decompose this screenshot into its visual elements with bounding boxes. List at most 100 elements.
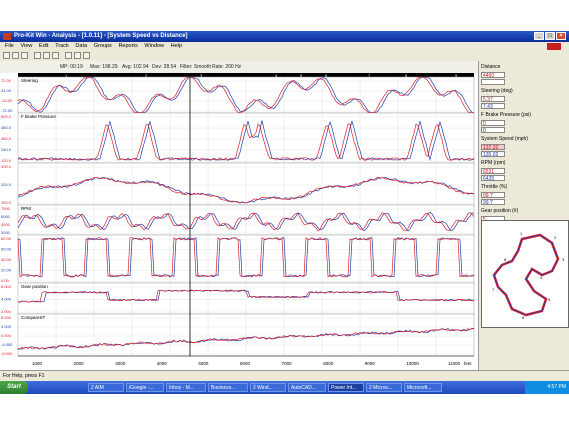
field-label: Steering (deg) bbox=[481, 88, 513, 94]
menu-reports[interactable]: Reports bbox=[118, 42, 137, 51]
y-tick-label: 8.000 bbox=[1, 315, 12, 320]
y-tick-label: 600.0 bbox=[1, 114, 12, 119]
y-tick-label: 6.000 bbox=[1, 284, 12, 289]
y-tick-label: 4.000 bbox=[1, 297, 12, 302]
save-icon[interactable] bbox=[21, 52, 28, 59]
track-map-graphic: 12345678 bbox=[492, 231, 565, 320]
minimize-button[interactable]: _ bbox=[534, 32, 544, 40]
field-label: F Brake Pressure (psi) bbox=[481, 112, 532, 118]
x-tick-label: 9000 bbox=[365, 361, 376, 366]
y-tick-label: 3000 bbox=[1, 230, 11, 235]
y-tick-label: 80.00 bbox=[1, 236, 12, 241]
top-margin bbox=[0, 0, 569, 31]
y-tick-label: 40.00 bbox=[1, 257, 12, 262]
start-button[interactable]: Start bbox=[0, 381, 28, 394]
track-corner-label: 8 bbox=[504, 257, 507, 262]
task-aim[interactable]: 2 AIM bbox=[88, 383, 124, 392]
field-value-blue: 99.7 bbox=[481, 199, 505, 206]
field-label: System Speed (mph) bbox=[481, 136, 528, 142]
system-tray: 4:57 PM bbox=[525, 381, 569, 394]
y-tick-label: 60.00 bbox=[1, 247, 12, 252]
task-igoogle[interactable]: iGoogle -... bbox=[126, 383, 164, 392]
x-tick-label: 7000 bbox=[282, 361, 293, 366]
track-corner-label: 5 bbox=[548, 297, 551, 302]
panel-title: RPM bbox=[21, 206, 31, 211]
y-tick-label: 7500 bbox=[1, 206, 11, 211]
track-corner-label: 3 bbox=[562, 257, 565, 262]
task-inbox[interactable]: Inbox - M... bbox=[166, 383, 206, 392]
stat-mp: MP: 00:19 bbox=[60, 64, 83, 70]
task-microsoft[interactable]: Microsoft... bbox=[404, 383, 442, 392]
y-tick-label: 2.000 bbox=[1, 309, 12, 314]
field-value-red: 5.37 bbox=[481, 96, 505, 103]
zoom-out-icon[interactable] bbox=[43, 52, 50, 59]
x-tick-label: 3000 bbox=[115, 361, 126, 366]
bottom-margin bbox=[0, 394, 569, 427]
track-corner-label: 7 bbox=[492, 287, 495, 292]
track-corner-label: 2 bbox=[554, 235, 557, 240]
y-tick-label: 6000 bbox=[1, 214, 11, 219]
menu-groups[interactable]: Groups bbox=[94, 42, 112, 51]
x-tick-label: 8000 bbox=[323, 361, 334, 366]
print-icon[interactable] bbox=[65, 52, 72, 59]
menu-edit[interactable]: Edit bbox=[39, 42, 48, 51]
panel-title: Steering bbox=[21, 78, 38, 83]
stat-rate: Rate: 200 Hz bbox=[212, 64, 242, 70]
menu-track[interactable]: Track bbox=[55, 42, 69, 51]
x-tick-label: 1000 bbox=[32, 361, 43, 366]
field-value-red: 0 bbox=[481, 120, 505, 127]
task-windows[interactable]: 2 Wind... bbox=[250, 383, 286, 392]
y-tick-label: 20.00 bbox=[1, 268, 12, 273]
settings-icon[interactable] bbox=[74, 52, 81, 59]
field-label: Gear position (#) bbox=[481, 208, 519, 214]
task-power-int[interactable]: Power Int... bbox=[328, 383, 364, 392]
cursor-icon[interactable] bbox=[52, 52, 59, 59]
track-corner-label: 6 bbox=[522, 315, 525, 320]
field-value-red: 137.32 bbox=[481, 144, 505, 151]
menu-file[interactable]: File bbox=[5, 42, 14, 51]
track-outline-blue bbox=[493, 234, 559, 316]
plot-area[interactable]: 1 2 3 4 5 6 7 8 9 72.00 24.00 -24.00 -72.00 Steering 6… bbox=[0, 73, 478, 370]
y-tick-label: -4.000 bbox=[1, 342, 13, 347]
track-corner-label: 1 bbox=[520, 231, 523, 236]
y-tick-label: 300.0 bbox=[1, 164, 12, 169]
task-autocad[interactable]: AutoCAD... bbox=[288, 383, 326, 392]
clock: 4:57 PM bbox=[547, 384, 566, 390]
task-business[interactable]: Business... bbox=[208, 383, 248, 392]
help-icon[interactable] bbox=[83, 52, 90, 59]
menu-window[interactable]: Window bbox=[144, 42, 164, 51]
panel-title: CompareST bbox=[21, 315, 46, 320]
x-tick-label: 4000 bbox=[157, 361, 168, 366]
new-icon[interactable] bbox=[3, 52, 10, 59]
panel-title: F Brake Pressure bbox=[21, 114, 57, 119]
y-tick-label: -72.00 bbox=[1, 108, 13, 113]
x-axis-unit: feet bbox=[464, 361, 472, 366]
task-microsoft-2[interactable]: 2 Micros... bbox=[366, 383, 402, 392]
menu-bar: File View Edit Track Data Groups Reports… bbox=[0, 42, 569, 51]
field-value-blue: 6435 bbox=[481, 175, 505, 182]
channel-values-panel: Distance 4460 Steering (deg) 5.37 7.43 F Brak… bbox=[478, 61, 569, 370]
stats-bar: MP: 00:19 Max: 198.29 Avg: 102.94 Dev: 2… bbox=[0, 61, 478, 73]
app-icon bbox=[3, 33, 11, 40]
x-tick-label: 10000 bbox=[406, 361, 419, 366]
window-title: Pro-Kit Win - Analysis - [1.0.11] - [Sys… bbox=[14, 33, 188, 39]
y-tick-label: 360.0 bbox=[1, 136, 12, 141]
maximize-button[interactable]: □ bbox=[545, 32, 555, 40]
y-tick-label: 0.000 bbox=[1, 333, 12, 338]
track-map[interactable]: 12345678 bbox=[481, 220, 569, 328]
close-button[interactable]: × bbox=[556, 32, 566, 40]
menu-help[interactable]: Help bbox=[171, 42, 182, 51]
x-tick-label: 6000 bbox=[240, 361, 251, 366]
window-controls: _ □ × bbox=[534, 32, 566, 40]
field-value-blue: 7.43 bbox=[481, 103, 505, 110]
zoom-in-icon[interactable] bbox=[34, 52, 41, 59]
open-icon[interactable] bbox=[12, 52, 19, 59]
y-tick-label: 0.00 bbox=[1, 278, 10, 283]
y-tick-label: 200.0 bbox=[1, 182, 12, 187]
x-tick-label: 2000 bbox=[74, 361, 85, 366]
data-plots[interactable]: 1 2 3 4 5 6 7 8 972.0024.00-24.00-72.00Steering6… bbox=[0, 73, 478, 370]
field-label: Throttle (%) bbox=[481, 184, 508, 190]
menu-view[interactable]: View bbox=[21, 42, 33, 51]
brand-logo bbox=[547, 43, 561, 50]
menu-data[interactable]: Data bbox=[75, 42, 87, 51]
